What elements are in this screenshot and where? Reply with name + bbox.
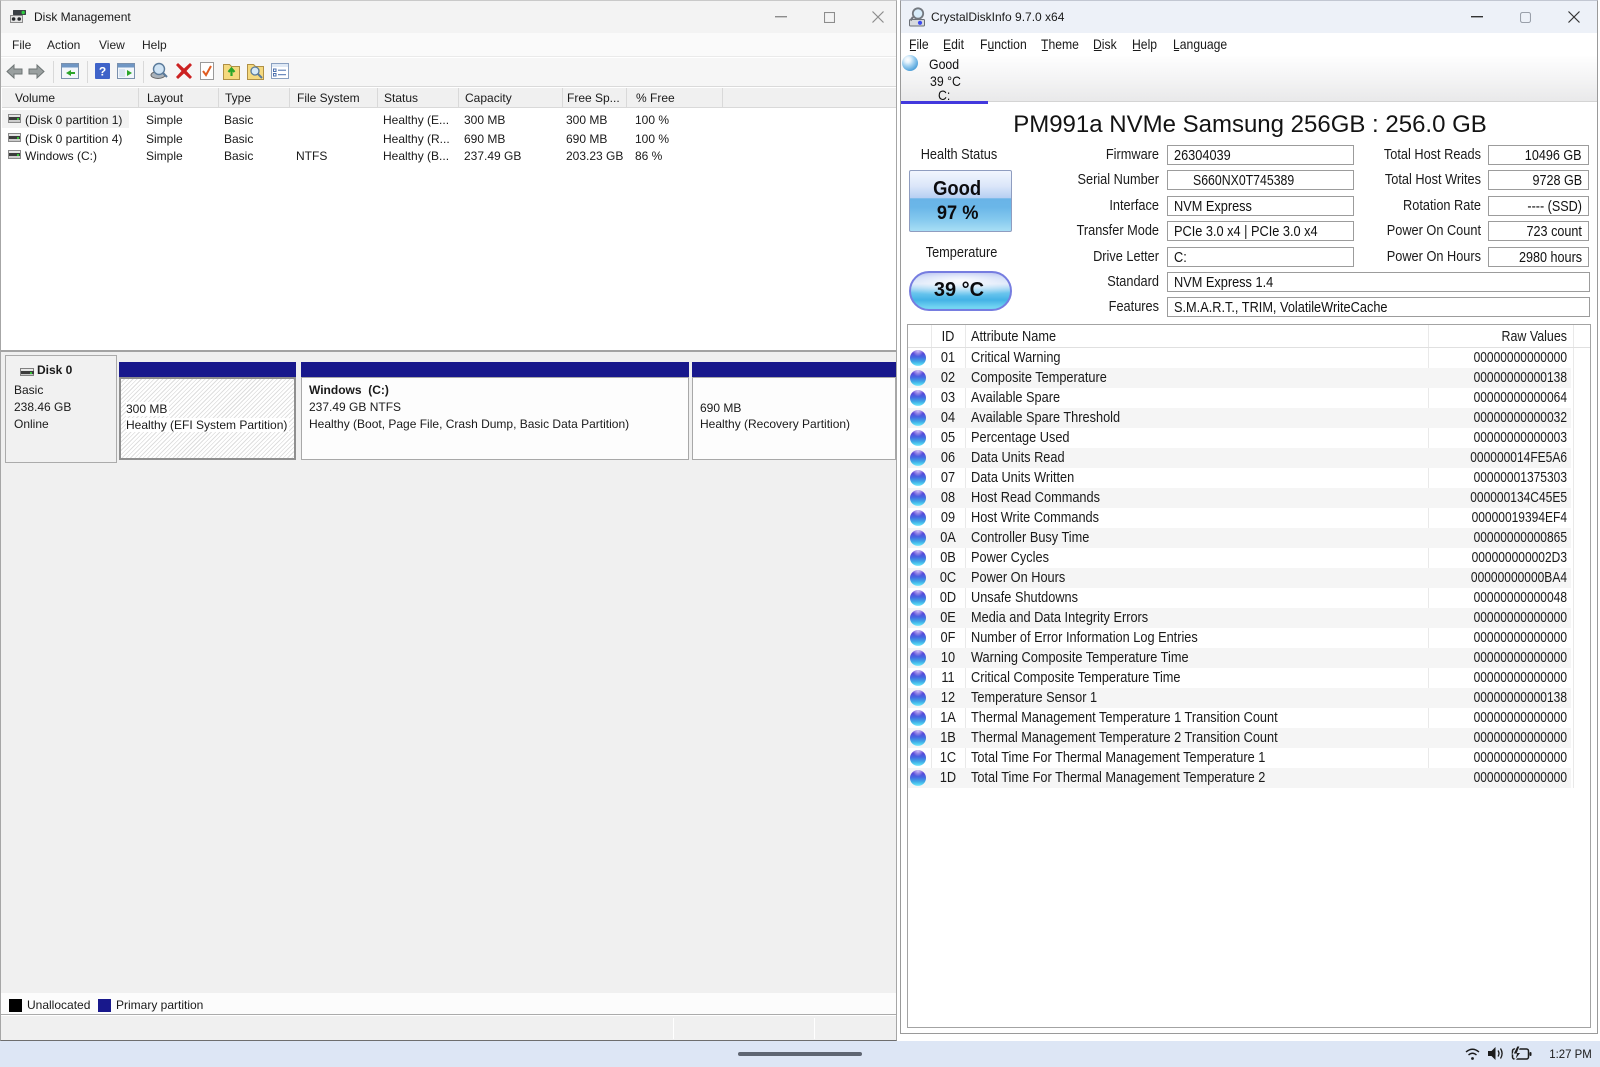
svg-text:?: ?	[99, 65, 106, 79]
